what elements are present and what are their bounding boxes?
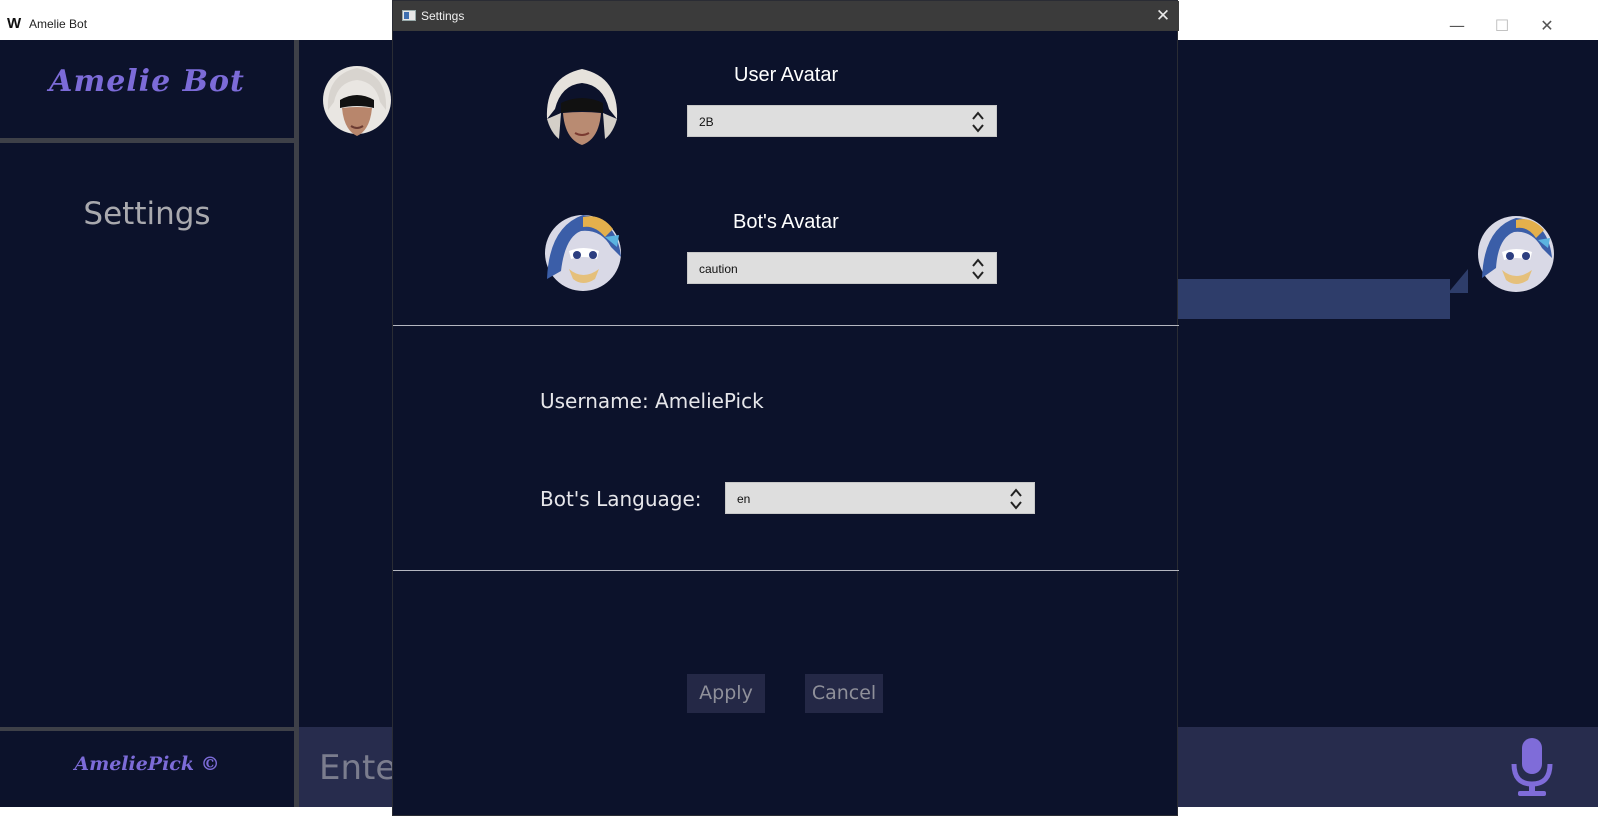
up-down-arrows-icon (972, 111, 984, 133)
microphone-icon[interactable] (1510, 736, 1554, 798)
message-input[interactable]: Ente (319, 748, 396, 788)
user-avatar-label: User Avatar (734, 64, 839, 86)
chat-bubble-tail (1448, 269, 1468, 293)
bot-avatar-image (1478, 216, 1554, 292)
sidebar-settings-button[interactable]: Settings (0, 196, 294, 232)
user-avatar-image (323, 66, 391, 136)
bot-avatar-select-value: caution (699, 262, 738, 276)
sidebar-divider (294, 40, 299, 807)
up-down-arrows-icon (1010, 488, 1022, 510)
minimize-icon[interactable]: — (1442, 10, 1472, 40)
settings-window-icon (402, 10, 416, 21)
chat-message-bubble (1178, 279, 1450, 319)
language-label: Bot's Language: (540, 487, 702, 511)
section-divider (393, 570, 1179, 571)
user-avatar-preview (546, 69, 618, 145)
footer-brand: AmeliePick © (74, 753, 220, 775)
language-select[interactable]: en (725, 482, 1035, 514)
sidebar-footer-divider (0, 727, 294, 731)
sidebar (0, 40, 294, 807)
settings-titlebar: Settings ✕ (393, 1, 1179, 31)
settings-close-icon[interactable]: ✕ (1153, 6, 1173, 26)
settings-dialog: Settings ✕ User Avatar 2B Bot's Avatar c… (392, 0, 1179, 816)
settings-title: Settings (421, 9, 465, 23)
language-select-value: en (737, 492, 751, 506)
username-label: Username: AmeliePick (540, 389, 764, 413)
bot-avatar-label: Bot's Avatar (733, 211, 839, 233)
bot-avatar-select[interactable]: caution (687, 252, 997, 284)
sidebar-header-divider (0, 138, 294, 143)
section-divider (393, 325, 1179, 326)
bot-avatar-preview (545, 215, 621, 291)
cancel-button[interactable]: Cancel (805, 674, 883, 713)
brand-title: Amelie Bot (49, 64, 245, 99)
user-avatar-select[interactable]: 2B (687, 105, 997, 137)
user-avatar-select-value: 2B (699, 115, 714, 129)
window-title: Amelie Bot (29, 17, 88, 31)
window-logo-icon: W (7, 15, 22, 32)
apply-button[interactable]: Apply (687, 674, 765, 713)
close-icon[interactable]: ✕ (1532, 10, 1562, 40)
up-down-arrows-icon (972, 258, 984, 280)
maximize-icon[interactable]: ☐ (1487, 10, 1517, 40)
